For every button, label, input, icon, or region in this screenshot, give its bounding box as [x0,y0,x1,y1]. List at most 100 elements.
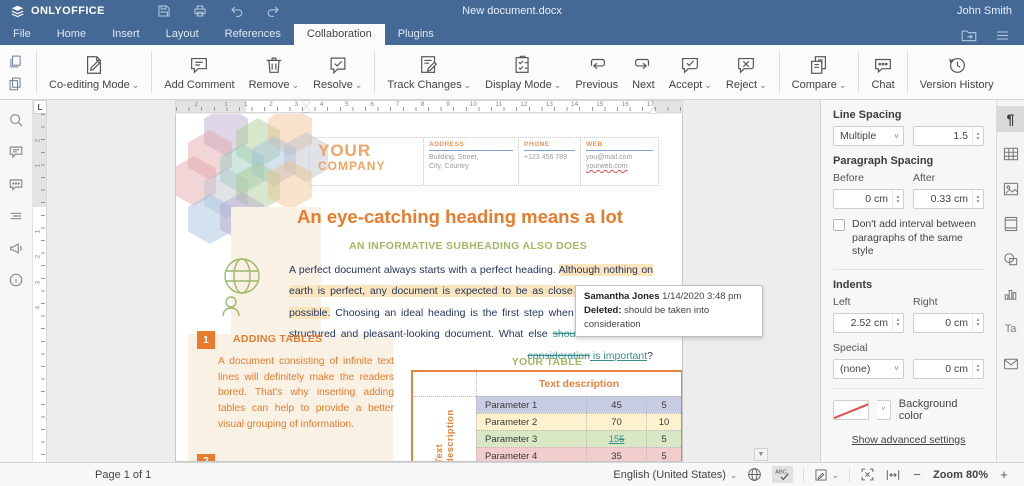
vertical-ruler[interactable]: 21 1234 [33,114,47,462]
line-spacing-dropdown[interactable]: Multiple ˅ [833,126,904,146]
spinner-down-icon[interactable]: ▼ [976,137,981,141]
version-history-label: Version History [920,79,994,91]
spinner-arrows[interactable]: ▲▼ [972,190,983,208]
track-changes-toggle[interactable]: ⌄ [814,468,839,482]
remove-comment-button[interactable]: Remove⌄ [242,47,307,97]
horizontal-ruler[interactable]: 21 1234567891011121314151617 [47,100,820,114]
image-settings-icon[interactable] [997,176,1024,202]
spinner-down-icon[interactable]: ▼ [896,323,901,327]
comments-panel-icon[interactable] [8,144,24,160]
spinner-up-icon[interactable]: ▲ [976,132,981,136]
spinner-arrows[interactable]: ▲▼ [972,314,983,332]
line-spacing-amount-spinner[interactable]: 1.5 ▲▼ [913,126,984,146]
tab-stop-selector[interactable]: L [33,100,47,114]
copy-icon[interactable] [8,54,23,69]
accept-change-button[interactable]: Accept⌄ [662,47,719,97]
spinner-down-icon[interactable]: ▼ [976,369,981,373]
search-icon[interactable] [8,112,24,128]
language-selector[interactable]: English (United States) ⌄ [613,469,737,481]
app-logo-text: ONLYOFFICE [31,5,105,17]
fit-width-button[interactable] [885,468,901,482]
background-color-swatch[interactable] [833,400,869,420]
horizontal-ruler-margin-numbers: 21 [181,101,241,109]
paste-icon[interactable] [8,76,23,91]
open-file-location-button[interactable] [961,29,977,42]
spinner-arrows[interactable]: ▲▼ [972,127,983,145]
ruler-number: 6 [359,101,384,109]
chat-button[interactable]: Chat [864,47,901,97]
phone-line1: +123 456 789 [524,153,575,162]
spinner-down-icon[interactable]: ▼ [976,200,981,204]
spinner-up-icon[interactable]: ▲ [896,195,901,199]
compare-button[interactable]: Compare⌄ [785,47,854,97]
spinner-arrows[interactable]: ▲▼ [972,360,983,378]
interval-checkbox[interactable] [833,219,845,231]
previous-change-button[interactable]: Previous [568,47,625,97]
text-art-settings-icon[interactable]: Ta [997,316,1024,342]
tab-layout[interactable]: Layout [153,24,212,45]
user-name[interactable]: John Smith [957,5,1024,17]
spinner-up-icon[interactable]: ▲ [976,195,981,199]
spinner-down-icon[interactable]: ▼ [896,200,901,204]
set-language-globe-icon[interactable] [747,467,762,482]
address-label: ADDRESS [429,141,513,151]
tab-collaboration[interactable]: Collaboration [294,24,385,45]
version-history-button[interactable]: Version History [913,47,1001,97]
spinner-arrows[interactable]: ▲▼ [892,314,903,332]
chart-settings-icon[interactable] [997,281,1024,307]
special-indent-amount-spinner[interactable]: 0 cm ▲▼ [913,359,984,379]
left-indent-marker[interactable] [302,101,311,114]
chat-panel-icon[interactable] [8,176,24,192]
next-change-button[interactable]: Next [625,47,662,97]
display-mode-button[interactable]: Display Mode⌄ [478,47,568,97]
indent-left-spinner[interactable]: 2.52 cm ▲▼ [833,313,904,333]
vertical-ruler-margin-numbers: 21 [34,128,42,179]
right-indent-marker[interactable] [649,108,657,113]
paragraph-settings-icon[interactable]: ¶ [997,106,1024,132]
feedback-icon[interactable] [8,240,24,256]
resolve-comment-button[interactable]: Resolve⌄ [306,47,369,97]
fit-page-button[interactable] [860,467,875,482]
display-mode-label: Display Mode [485,79,552,91]
page-indicator[interactable]: Page 1 of 1 [95,469,151,481]
spacing-after-spinner[interactable]: 0.33 cm ▲▼ [913,189,984,209]
indent-right-spinner[interactable]: 0 cm ▲▼ [913,313,984,333]
document-table[interactable]: Text description Text description Parame… [411,370,683,462]
undo-button[interactable] [229,5,244,18]
tab-plugins[interactable]: Plugins [385,24,447,45]
table-settings-icon[interactable] [997,141,1024,167]
spinner-arrows[interactable]: ▲▼ [892,190,903,208]
print-button[interactable] [193,4,207,18]
tab-insert[interactable]: Insert [99,24,153,45]
tab-home[interactable]: Home [44,24,99,45]
mail-merge-icon[interactable] [997,351,1024,377]
navigation-panel-icon[interactable] [8,208,24,224]
special-indent-dropdown[interactable]: (none) ˅ [833,359,904,379]
ruler-number: 8 [410,101,435,109]
view-settings-button[interactable] [995,30,1010,41]
save-button[interactable] [157,4,171,18]
spacing-before-spinner[interactable]: 0 cm ▲▼ [833,189,904,209]
redo-button[interactable] [266,5,281,18]
zoom-in-button[interactable]: + [998,467,1010,482]
zoom-level[interactable]: Zoom 80% [933,469,988,481]
track-changes-button[interactable]: Track Changes⌄ [380,47,478,97]
shape-settings-icon[interactable] [997,246,1024,272]
scrollbar-down-arrow[interactable]: ▼ [754,448,768,461]
zoom-out-button[interactable]: − [911,467,923,482]
co-editing-mode-button[interactable]: Co-editing Mode⌄ [42,47,146,97]
tab-references[interactable]: References [212,24,294,45]
reject-change-button[interactable]: Reject⌄ [719,47,774,97]
tab-file[interactable]: File [0,24,44,45]
header-footer-settings-icon[interactable] [997,211,1024,237]
document-canvas[interactable]: YOUR COMPANY ADDRESS Building, Street, C… [47,114,820,462]
indents-section-label: Indents [833,279,984,291]
about-icon[interactable] [8,272,24,288]
spinner-down-icon[interactable]: ▼ [976,323,981,327]
ruler-number: 5 [334,101,359,109]
show-advanced-settings-link[interactable]: Show advanced settings [833,434,984,446]
background-color-dropdown[interactable]: ˅ [877,400,891,420]
add-comment-button[interactable]: Add Comment [157,47,241,97]
indent-right-value: 0 cm [914,317,972,329]
spell-check-toggle[interactable]: ABC [772,466,793,483]
